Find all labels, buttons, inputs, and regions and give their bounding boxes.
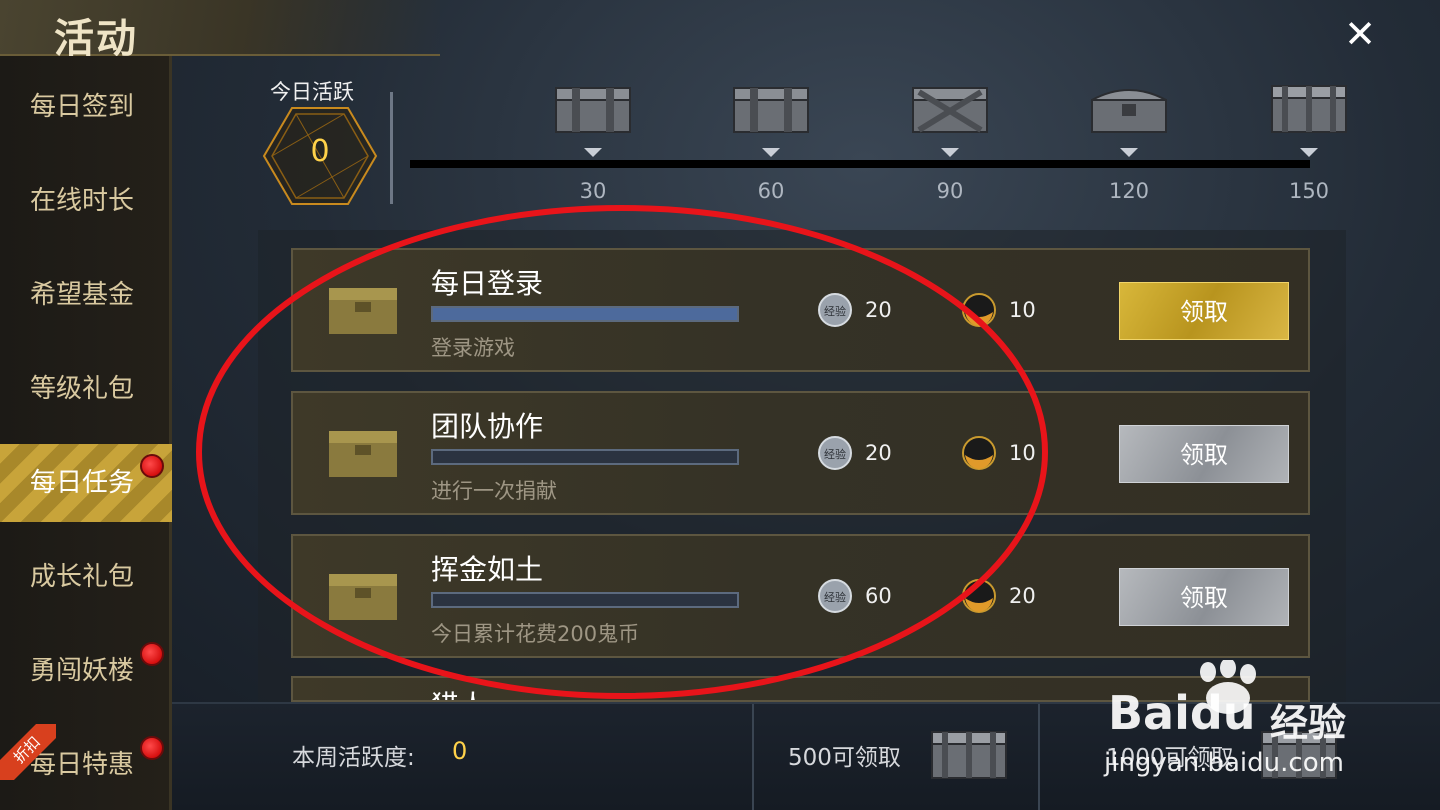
milestone-arrow-icon bbox=[1300, 148, 1318, 157]
activity-value: 0 bbox=[310, 134, 330, 169]
coin-amount: 10 bbox=[1009, 298, 1036, 322]
milestone-60[interactable]: 60 bbox=[726, 80, 816, 203]
svg-text:经验: 经验 bbox=[824, 590, 846, 604]
weekly-activity-label: 本周活跃度: bbox=[292, 745, 415, 771]
coin-reward: 10 bbox=[961, 292, 1036, 328]
claim-button[interactable]: 领取 bbox=[1119, 282, 1289, 340]
sidebar-item-demon-tower[interactable]: 勇闯妖楼 bbox=[0, 632, 172, 710]
coin-reward: 20 bbox=[961, 578, 1036, 614]
exp-reward: 经验 20 bbox=[817, 435, 892, 471]
task-title: 挥金如土 bbox=[431, 553, 544, 586]
coin-amount: 10 bbox=[1009, 441, 1036, 465]
milestone-arrow-icon bbox=[1120, 148, 1138, 157]
bottom-divider bbox=[1038, 704, 1040, 810]
bottom-divider bbox=[752, 704, 754, 810]
watermark-brand-cn: 经验 bbox=[1270, 701, 1347, 745]
notification-dot bbox=[140, 642, 164, 666]
coin-amount: 20 bbox=[1009, 584, 1036, 608]
sidebar-item-level-gift[interactable]: 等级礼包 bbox=[0, 350, 172, 428]
milestone-90[interactable]: 90 bbox=[905, 80, 995, 203]
task-row: 每日登录 登录游戏 经验 20 10 领取 bbox=[291, 248, 1310, 372]
milestone-120[interactable]: 120 bbox=[1084, 80, 1174, 203]
exp-reward: 经验 60 bbox=[817, 578, 892, 614]
gold-orb-icon bbox=[962, 579, 996, 613]
sidebar-item-label: 成长礼包 bbox=[30, 562, 135, 592]
task-row: 团队协作 进行一次捐献 经验 20 10 领取 bbox=[291, 391, 1310, 515]
task-progress-bar bbox=[431, 306, 739, 322]
svg-text:经验: 经验 bbox=[824, 304, 846, 318]
sidebar-item-label: 每日签到 bbox=[30, 92, 135, 122]
notification-dot bbox=[140, 454, 164, 478]
sidebar-item-daily-tasks[interactable]: 每日任务 bbox=[0, 444, 172, 522]
task-description: 今日累计花费200鬼币 bbox=[431, 622, 640, 646]
sidebar-item-label: 在线时长 bbox=[30, 186, 135, 216]
task-progress-fill bbox=[433, 308, 737, 320]
weekly-reward-500-label: 500可领取 bbox=[788, 745, 901, 771]
task-title: 团队协作 bbox=[431, 410, 544, 443]
milestone-arrow-icon bbox=[941, 148, 959, 157]
task-description: 登录游戏 bbox=[431, 336, 515, 360]
sidebar-item-label: 勇闯妖楼 bbox=[30, 656, 135, 686]
watermark-brand: Baidu bbox=[1108, 686, 1256, 740]
claim-button[interactable]: 领取 bbox=[1119, 568, 1289, 626]
task-chest-icon bbox=[329, 431, 397, 477]
gold-orb-icon bbox=[962, 436, 996, 470]
weekly-activity-value: 0 bbox=[452, 737, 468, 765]
milestone-label: 150 bbox=[1288, 179, 1330, 203]
exp-coin-icon: 经验 bbox=[818, 579, 852, 613]
exp-amount: 20 bbox=[865, 298, 892, 322]
discount-tag-label: 折扣 bbox=[0, 724, 56, 780]
exp-coin-icon: 经验 bbox=[818, 436, 852, 470]
exp-coin-icon: 经验 bbox=[818, 293, 852, 327]
gold-orb-icon bbox=[962, 293, 996, 327]
svg-text:经验: 经验 bbox=[824, 447, 846, 461]
sidebar-item-growth-gift[interactable]: 成长礼包 bbox=[0, 538, 172, 616]
chest-icon bbox=[733, 87, 809, 133]
activity-label: 今日活跃 bbox=[270, 80, 354, 104]
milestone-arrow-icon bbox=[762, 148, 780, 157]
close-icon[interactable]: ✕ bbox=[1340, 14, 1380, 54]
watermark-url: jingyan.baidu.com bbox=[1104, 748, 1344, 778]
activity-progress-track bbox=[410, 160, 1310, 168]
sidebar: 每日签到 在线时长 希望基金 等级礼包 每日任务 成长礼包 勇闯妖楼 每日特惠 bbox=[0, 56, 172, 810]
weekly-chest-500-icon[interactable] bbox=[928, 724, 1010, 784]
chest-icon bbox=[912, 87, 988, 133]
chest-icon bbox=[555, 87, 631, 133]
exp-reward: 经验 20 bbox=[817, 292, 892, 328]
sidebar-item-hope-fund[interactable]: 希望基金 bbox=[0, 256, 172, 334]
task-chest-icon bbox=[329, 288, 397, 334]
task-chest-icon bbox=[329, 574, 397, 620]
chest-icon bbox=[1271, 85, 1347, 133]
sidebar-item-label: 希望基金 bbox=[30, 280, 135, 310]
sidebar-item-label: 每日任务 bbox=[30, 468, 135, 498]
milestone-label: 120 bbox=[1108, 179, 1150, 203]
exp-amount: 20 bbox=[865, 441, 892, 465]
header-divider bbox=[390, 92, 393, 204]
sidebar-item-label: 等级礼包 bbox=[30, 374, 135, 404]
milestone-label: 90 bbox=[936, 179, 964, 203]
task-description: 进行一次捐献 bbox=[431, 479, 557, 503]
milestone-label: 60 bbox=[757, 179, 785, 203]
exp-amount: 60 bbox=[865, 584, 892, 608]
milestone-arrow-icon bbox=[584, 148, 602, 157]
milestone-30[interactable]: 30 bbox=[548, 80, 638, 203]
coin-reward: 10 bbox=[961, 435, 1036, 471]
task-progress-bar bbox=[431, 449, 739, 465]
task-title: 每日登录 bbox=[431, 267, 544, 300]
notification-dot bbox=[140, 736, 164, 760]
claim-button[interactable]: 领取 bbox=[1119, 425, 1289, 483]
task-progress-bar bbox=[431, 592, 739, 608]
milestone-150[interactable]: 150 bbox=[1264, 80, 1354, 203]
sidebar-item-online-time[interactable]: 在线时长 bbox=[0, 162, 172, 240]
task-title: 猎人 bbox=[431, 684, 487, 700]
discount-tag: 折扣 bbox=[0, 724, 56, 780]
chest-icon bbox=[1091, 89, 1167, 133]
task-row: 挥金如土 今日累计花费200鬼币 经验 60 20 领取 bbox=[291, 534, 1310, 658]
milestone-label: 30 bbox=[579, 179, 607, 203]
sidebar-item-daily-checkin[interactable]: 每日签到 bbox=[0, 68, 172, 146]
